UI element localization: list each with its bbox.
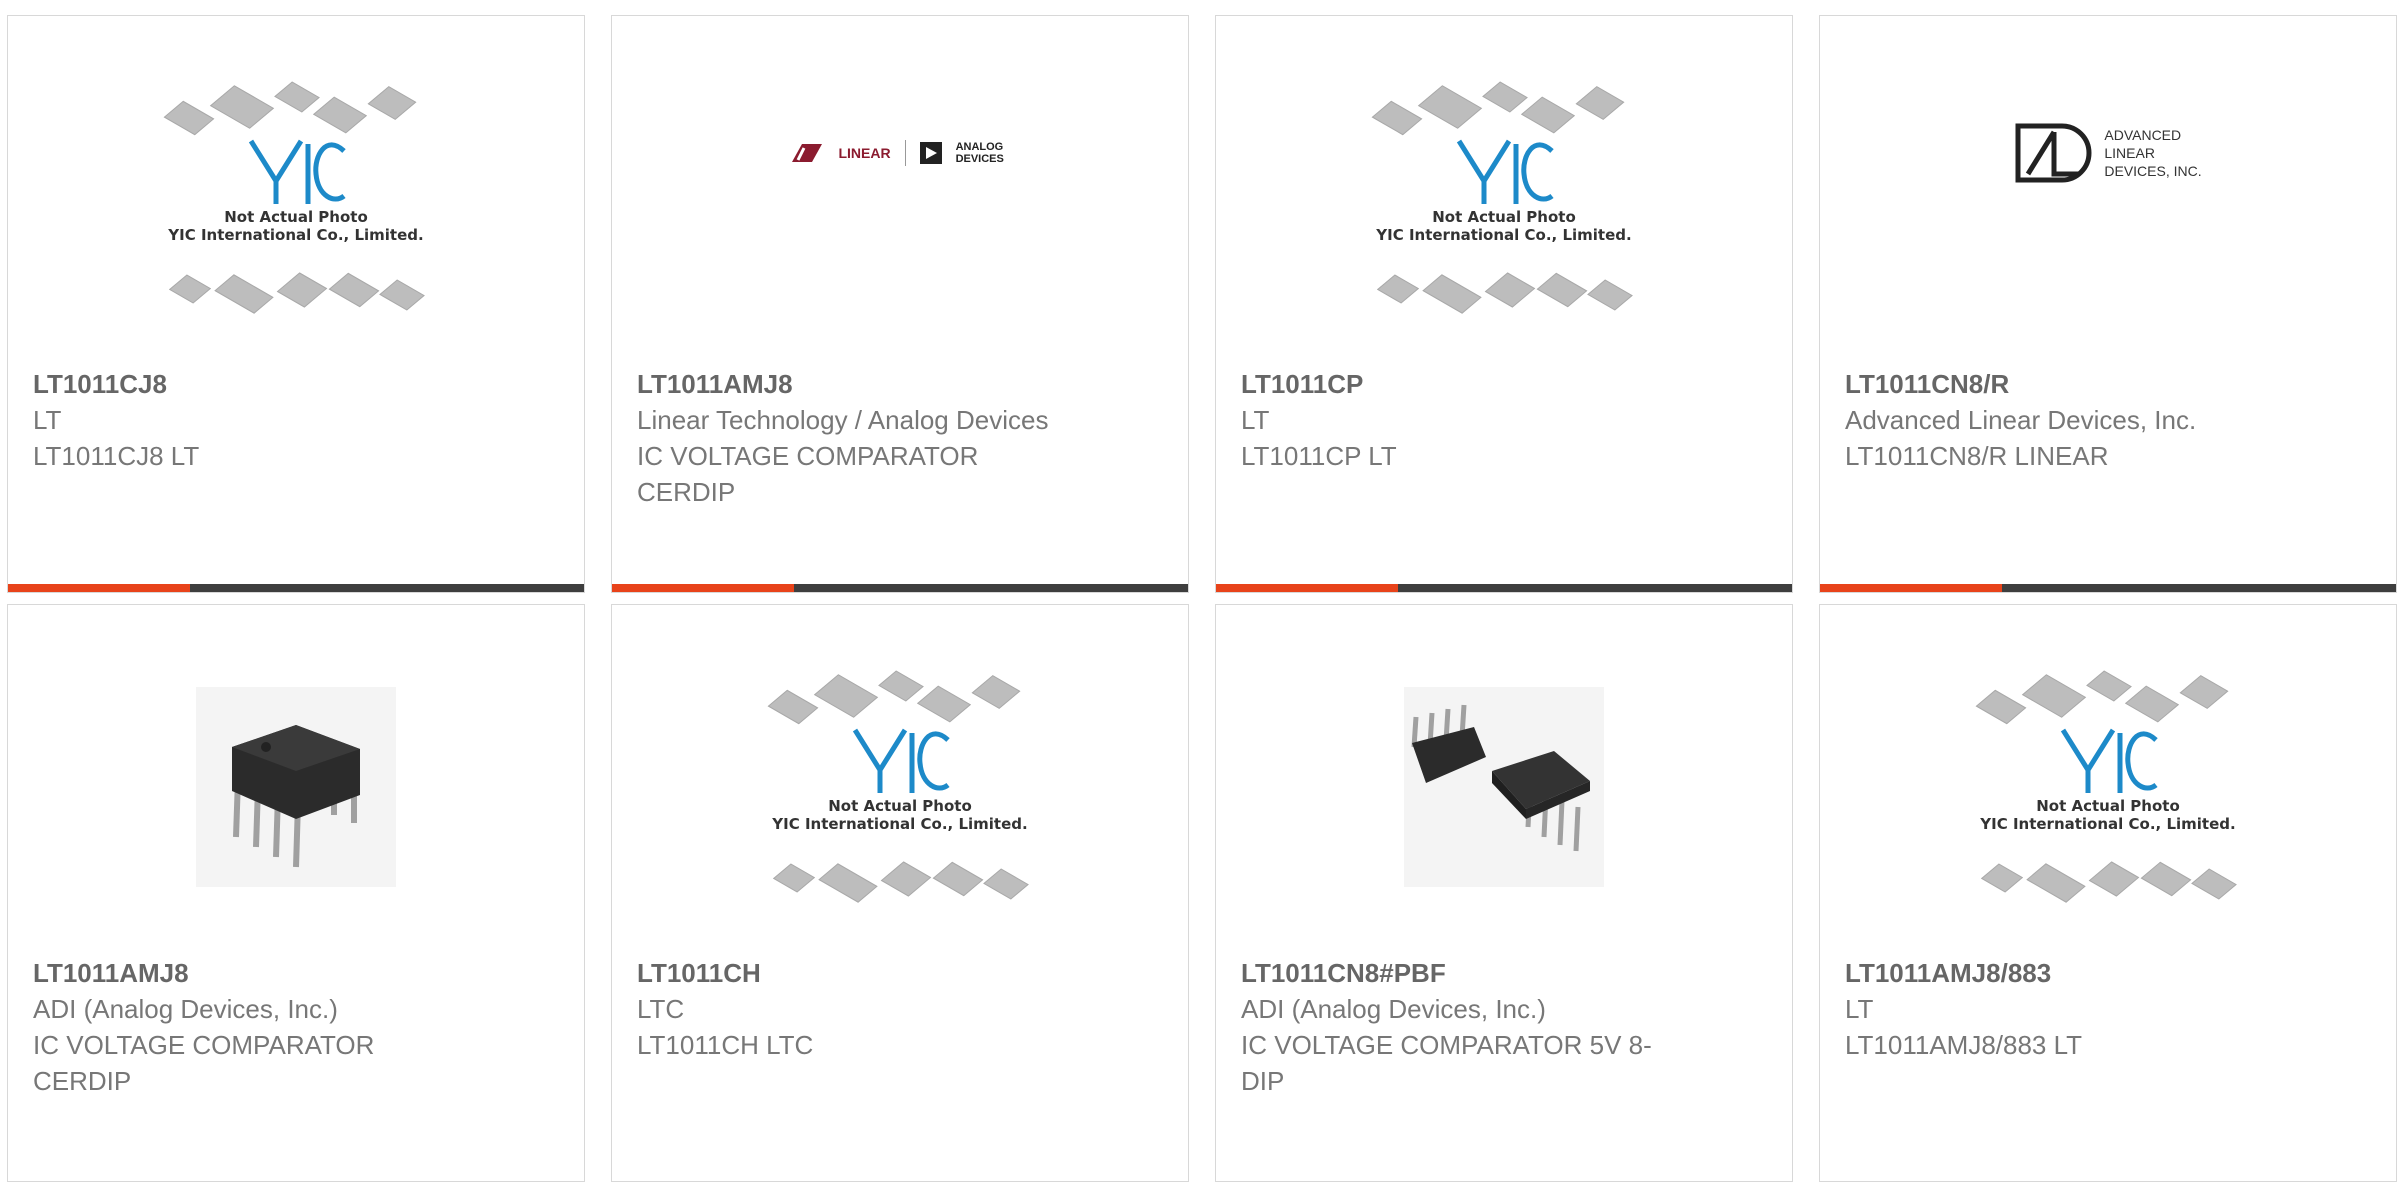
manufacturer: Linear Technology / Analog Devices [637, 405, 1049, 435]
manufacturer: ADI (Analog Devices, Inc.) [1241, 994, 1546, 1024]
yic-logo-icon [1456, 139, 1554, 204]
part-number-link[interactable]: LT1011CH [637, 955, 1057, 991]
yic-logo-icon [2060, 728, 2158, 793]
product-card[interactable]: Not Actual Photo YIC International Co., L… [7, 15, 585, 593]
product-grid: Not Actual Photo YIC International Co., L… [0, 0, 2400, 1182]
description: LT1011CH LTC [637, 1030, 814, 1060]
yic-placeholder-image: Not Actual Photo YIC International Co., L… [1973, 667, 2243, 907]
product-image[interactable]: Not Actual Photo YIC International Co., L… [1844, 631, 2372, 943]
placeholder-caption: Not Actual Photo [2036, 797, 2180, 815]
product-image[interactable]: ADVANCED LINEAR DEVICES, INC. [1844, 42, 2372, 354]
ald-logo-line: ADVANCED [2104, 127, 2182, 143]
card-accent-bar [1820, 584, 2396, 592]
manufacturer: ADI (Analog Devices, Inc.) [33, 994, 338, 1024]
analog-devices-icon [919, 142, 942, 164]
ald-logo: ADVANCED LINEAR DEVICES, INC. [2014, 122, 2202, 184]
product-image[interactable]: Not Actual Photo YIC International Co., L… [1240, 42, 1768, 354]
dual-dip-chip-photo [1404, 687, 1604, 887]
description: LT1011AMJ8/883 LT [1845, 1030, 2083, 1060]
yic-placeholder-image: Not Actual Photo YIC International Co., L… [1369, 78, 1639, 318]
description: LT1011CP LT [1241, 441, 1397, 471]
manufacturer: LT [1241, 405, 1270, 435]
part-number-link[interactable]: LT1011CN8/R [1845, 366, 2265, 402]
product-image[interactable] [32, 631, 560, 943]
product-card[interactable]: Not Actual Photo YIC International Co., L… [611, 604, 1189, 1182]
description: LT1011CJ8 LT [33, 441, 200, 471]
product-card[interactable]: ADVANCED LINEAR DEVICES, INC. LT1011CN8/… [1819, 15, 2397, 593]
description: IC VOLTAGE COMPARATOR 5V 8-DIP [1241, 1030, 1652, 1096]
placeholder-caption: Not Actual Photo [1432, 208, 1576, 226]
manufacturer: LT [33, 405, 62, 435]
linear-logo-icon [792, 144, 823, 162]
card-accent-bar [8, 584, 584, 592]
part-number-link[interactable]: LT1011AMJ8 [637, 366, 1057, 402]
manufacturer: Advanced Linear Devices, Inc. [1845, 405, 2197, 435]
yic-placeholder-image: Not Actual Photo YIC International Co., L… [161, 78, 431, 318]
placeholder-caption: Not Actual Photo [828, 797, 972, 815]
placeholder-caption: Not Actual Photo [224, 208, 368, 226]
product-card[interactable]: LT1011CN8#PBF ADI (Analog Devices, Inc.)… [1215, 604, 1793, 1182]
product-image[interactable]: Not Actual Photo YIC International Co., L… [32, 42, 560, 354]
product-card[interactable]: Not Actual Photo YIC International Co., L… [1215, 15, 1793, 593]
analog-devices-text: ANALOG DEVICES [955, 141, 1004, 165]
manufacturer: LT [1845, 994, 1874, 1024]
description: LT1011CN8/R LINEAR [1845, 441, 2109, 471]
ald-logo-icon [2015, 123, 2092, 183]
product-image[interactable]: LINEAR ANALOG DEVICES [636, 42, 1164, 354]
part-number-link[interactable]: LT1011CJ8 [33, 366, 453, 402]
linear-analog-logo: LINEAR ANALOG DEVICES [790, 140, 1009, 166]
yic-logo-icon [852, 728, 950, 793]
product-card[interactable]: LT1011AMJ8 ADI (Analog Devices, Inc.) IC… [7, 604, 585, 1182]
product-card[interactable]: LINEAR ANALOG DEVICES LT1011AMJ8 Linear … [611, 15, 1189, 593]
product-card[interactable]: Not Actual Photo YIC International Co., L… [1819, 604, 2397, 1182]
placeholder-company: YIC International Co., Limited. [1376, 226, 1632, 244]
description: IC VOLTAGE COMPARATOR CERDIP [637, 441, 979, 507]
placeholder-company: YIC International Co., Limited. [1980, 815, 2236, 833]
part-number-link[interactable]: LT1011AMJ8/883 [1845, 955, 2265, 991]
dip8-chip-photo [196, 687, 396, 887]
card-accent-bar [612, 584, 1188, 592]
linear-logo-text: LINEAR [838, 145, 891, 161]
ald-logo-line: LINEAR [2104, 145, 2155, 161]
ald-logo-line: DEVICES, INC. [2104, 163, 2202, 179]
yic-placeholder-image: Not Actual Photo YIC International Co., L… [765, 667, 1035, 907]
manufacturer: LTC [637, 994, 685, 1024]
part-number-link[interactable]: LT1011AMJ8 [33, 955, 453, 991]
card-accent-bar [1216, 584, 1792, 592]
product-image[interactable] [1240, 631, 1768, 943]
product-image[interactable]: Not Actual Photo YIC International Co., L… [636, 631, 1164, 943]
placeholder-company: YIC International Co., Limited. [168, 226, 424, 244]
part-number-link[interactable]: LT1011CN8#PBF [1241, 955, 1661, 991]
placeholder-company: YIC International Co., Limited. [772, 815, 1028, 833]
yic-logo-icon [248, 139, 346, 204]
part-number-link[interactable]: LT1011CP [1241, 366, 1661, 402]
description: IC VOLTAGE COMPARATOR CERDIP [33, 1030, 375, 1096]
